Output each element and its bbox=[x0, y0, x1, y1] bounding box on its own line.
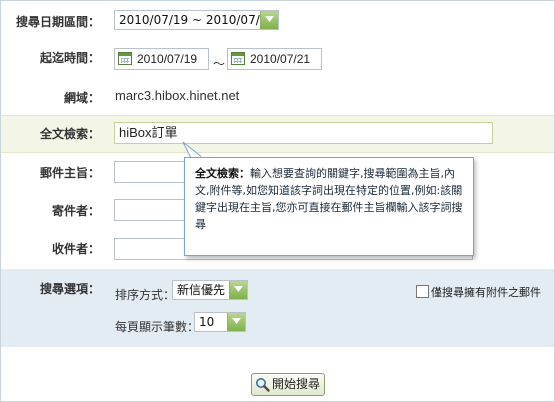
date-range-row: 搜尋日期區間： 2010/07/19 ~ 2010/07/21 bbox=[1, 1, 554, 37]
chevron-down-icon bbox=[227, 313, 245, 331]
search-options-label: 搜尋選項： bbox=[39, 282, 100, 296]
search-options-section: 搜尋選項： 排序方式： 新信優先 僅搜尋擁有附件之郵件 每頁顯示筆數： 10 bbox=[1, 269, 554, 347]
attachment-only-label: 僅搜尋擁有附件之郵件 bbox=[431, 286, 541, 299]
start-search-label: 開始搜尋 bbox=[272, 377, 321, 391]
fulltext-input[interactable]: hiBox訂單 bbox=[114, 122, 493, 144]
fulltext-label: 全文檢索： bbox=[39, 127, 100, 141]
domain-value: marc3.hibox.hinet.net bbox=[115, 88, 240, 103]
sort-label: 排序方式： bbox=[115, 288, 176, 302]
chevron-down-icon bbox=[260, 11, 278, 29]
start-date-field[interactable]: 2010/07/19 bbox=[114, 48, 209, 70]
chevron-down-icon bbox=[229, 281, 247, 299]
domain-row: 網域： marc3.hibox.hinet.net bbox=[1, 77, 554, 115]
magnifier-icon bbox=[255, 377, 270, 399]
fulltext-value: hiBox訂單 bbox=[119, 125, 178, 140]
date-range-value: 2010/07/19 ~ 2010/07/21 bbox=[119, 13, 276, 27]
sort-value: 新信優先 bbox=[177, 283, 226, 297]
sort-select[interactable]: 新信優先 bbox=[172, 280, 248, 300]
recipient-label: 收件者： bbox=[51, 242, 100, 256]
start-date-value: 2010/07/19 bbox=[137, 52, 198, 66]
period-separator: ～ bbox=[213, 57, 226, 71]
attachment-only-checkbox[interactable] bbox=[416, 285, 429, 298]
per-page-label: 每頁顯示筆數： bbox=[115, 320, 200, 334]
per-page-select[interactable]: 10 bbox=[194, 312, 246, 332]
fulltext-row: 全文檢索： hiBox訂單 bbox=[1, 115, 554, 153]
subject-input[interactable] bbox=[114, 161, 186, 183]
end-date-value: 2010/07/21 bbox=[250, 52, 311, 66]
per-page-value: 10 bbox=[199, 315, 215, 329]
tooltip-title: 全文檢索： bbox=[195, 167, 250, 180]
domain-label: 網域： bbox=[63, 91, 100, 105]
sender-input[interactable] bbox=[114, 199, 186, 221]
period-label: 起迄時間： bbox=[39, 51, 100, 65]
subject-label: 郵件主旨： bbox=[39, 166, 100, 180]
start-search-button[interactable]: 開始搜尋 bbox=[251, 373, 325, 396]
calendar-icon[interactable] bbox=[231, 52, 245, 65]
date-range-label: 搜尋日期區間： bbox=[15, 15, 100, 29]
calendar-icon[interactable] bbox=[118, 52, 132, 65]
sender-label: 寄件者： bbox=[51, 204, 100, 218]
period-row: 起迄時間： 2010/07/19 ～ 2010/07/21 bbox=[1, 37, 554, 77]
date-range-select[interactable]: 2010/07/19 ~ 2010/07/21 bbox=[114, 10, 279, 30]
fulltext-help-tooltip: 全文檢索：輸入想要查詢的關鍵字,搜尋範圍為主旨,內文,附件等,如您知道該字詞出現… bbox=[184, 157, 474, 256]
search-form: 搜尋日期區間： 2010/07/19 ~ 2010/07/21 起迄時間： 20… bbox=[0, 0, 555, 402]
end-date-field[interactable]: 2010/07/21 bbox=[227, 48, 322, 70]
